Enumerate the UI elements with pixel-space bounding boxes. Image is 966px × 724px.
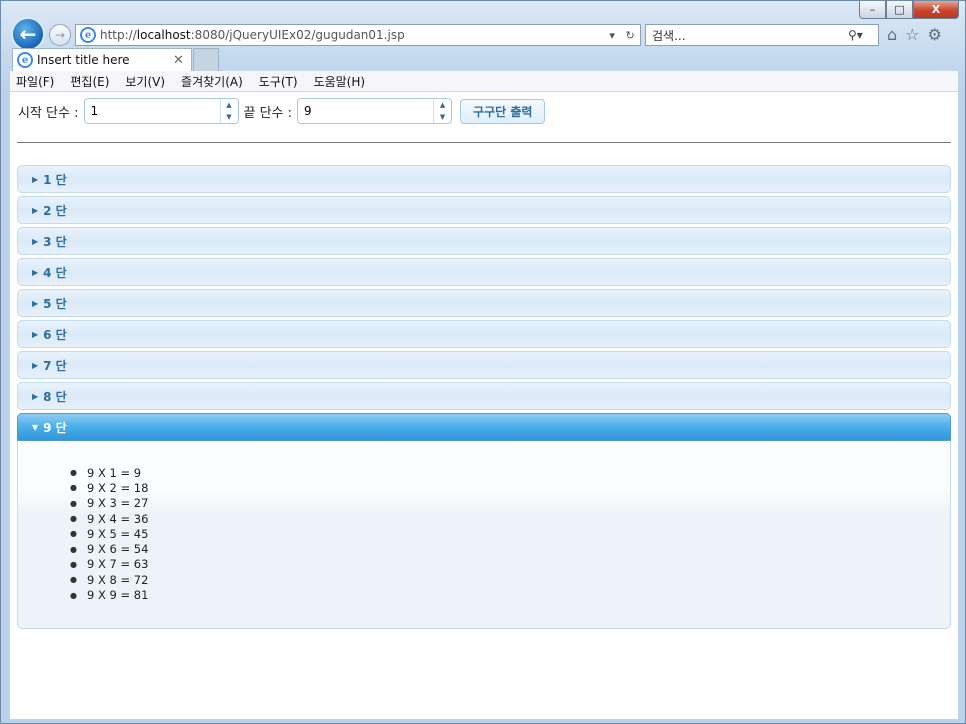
triangle-right-icon: ▶ [32, 236, 39, 246]
menu-tools[interactable]: 도구(T) [259, 73, 298, 90]
list-item: ● 9 X 9 = 81 [70, 588, 149, 603]
end-spin-buttons: ▲ ▼ [433, 99, 451, 123]
search-input[interactable]: 검색... [652, 27, 848, 44]
triangle-right-icon: ▶ [32, 205, 39, 215]
list-item: ● 9 X 6 = 54 [70, 542, 149, 557]
bullet-icon: ● [70, 590, 77, 600]
bullet-icon: ● [70, 529, 77, 539]
tab-title: Insert title here [37, 53, 130, 67]
menu-file[interactable]: 파일(F) [16, 73, 54, 90]
accordion-header-4[interactable]: ▶ 4 단 [17, 258, 951, 286]
end-spinner[interactable]: ▲ ▼ [297, 98, 453, 124]
accordion-header-label: 1 단 [43, 172, 67, 187]
back-button[interactable]: ← [11, 17, 45, 51]
address-bar[interactable]: e http://localhost:8080/jQueryUIEx02/gug… [75, 24, 641, 46]
start-spin-buttons: ▲ ▼ [219, 99, 238, 123]
accordion-header-label: 4 단 [43, 265, 67, 280]
bullet-icon: ● [70, 544, 77, 554]
bullet-icon: ● [70, 559, 77, 569]
bullet-icon: ● [70, 575, 77, 585]
accordion-header-7[interactable]: ▶ 7 단 [17, 351, 951, 379]
tab-close-icon[interactable]: ✕ [173, 53, 191, 68]
accordion-header-label: 7 단 [43, 358, 67, 373]
triangle-right-icon: ▶ [32, 267, 39, 277]
start-input[interactable] [84, 99, 215, 123]
minimize-button[interactable]: – [859, 1, 886, 19]
new-tab-button[interactable] [193, 48, 219, 71]
accordion-header-label: 6 단 [43, 327, 67, 342]
accordion-header-6[interactable]: ▶ 6 단 [17, 320, 951, 348]
address-tools: ▾ ↻ [604, 29, 640, 42]
spin-down-icon[interactable]: ▼ [221, 111, 238, 123]
triangle-right-icon: ▶ [32, 329, 39, 339]
accordion-header-label: 5 단 [43, 296, 67, 311]
bullet-icon: ● [70, 514, 77, 524]
menu-help[interactable]: 도움말(H) [314, 73, 366, 90]
accordion-header-2[interactable]: ▶ 2 단 [17, 196, 951, 224]
favorites-star-icon[interactable]: ☆ [905, 25, 919, 44]
list-item: ● 9 X 1 = 9 [70, 465, 142, 480]
search-icon[interactable]: ⚲▾ [848, 28, 878, 42]
gugudan-accordion: ▶ 1 단 ▶ 2 단 ▶ 3 단 ▶ 4 단 ▶ 5 단 ▶ 6 단 ▶ 7 단 ▶ 8 단 … [17, 165, 951, 629]
list-item: ● 9 X 8 = 72 [70, 572, 149, 587]
browser-window: – □ X ← → e http://localhost:8080/jQuery… [0, 0, 966, 724]
bullet-icon: ● [70, 468, 77, 478]
accordion-header-1[interactable]: ▶ 1 단 [17, 165, 951, 193]
triangle-right-icon: ▶ [32, 174, 39, 184]
ie-page-icon: e [80, 27, 96, 43]
forward-button[interactable]: → [49, 24, 71, 46]
spin-up-icon[interactable]: ▲ [434, 99, 451, 111]
window-controls: – □ X [859, 1, 959, 19]
accordion-header-label: 3 단 [43, 234, 67, 249]
triangle-down-icon: ▼ [32, 422, 39, 432]
accordion-header-label: 8 단 [43, 389, 67, 404]
list-item: ● 9 X 4 = 36 [70, 511, 149, 526]
triangle-right-icon: ▶ [32, 391, 39, 401]
browser-tab[interactable]: e Insert title here ✕ [12, 48, 192, 71]
forward-arrow-icon: → [54, 28, 66, 42]
triangle-right-icon: ▶ [32, 360, 39, 370]
dropdown-icon[interactable]: ▾ [609, 29, 615, 42]
start-label: 시작 단수 : [18, 105, 79, 121]
gear-icon[interactable]: ⚙ [928, 25, 942, 44]
list-item: ● 9 X 5 = 45 [70, 526, 149, 541]
list-item: ● 9 X 7 = 63 [70, 557, 149, 572]
menu-bar: 파일(F) 편집(E) 보기(V) 즐겨찾기(A) 도구(T) 도움말(H) [10, 71, 958, 92]
ie-tab-icon: e [17, 52, 33, 68]
print-gugudan-button[interactable]: 구구단 출력 [460, 98, 546, 124]
triangle-right-icon: ▶ [32, 298, 39, 308]
close-button[interactable]: X [913, 1, 959, 19]
accordion-header-3[interactable]: ▶ 3 단 [17, 227, 951, 255]
refresh-icon[interactable]: ↻ [625, 29, 634, 42]
accordion-header-label: 2 단 [43, 203, 67, 218]
page-content: 시작 단수 : ▲ ▼ 끝 단수 : ▲ ▼ 구구단 출력 ▶1 단 ▶2 [10, 92, 958, 719]
maximize-button[interactable]: □ [886, 1, 913, 19]
accordion-header-9[interactable]: ▼ 9 단 [17, 413, 951, 441]
accordion-header-5[interactable]: ▶ 5 단 [17, 289, 951, 317]
back-arrow-icon: ← [19, 22, 37, 46]
toolbar-icons: ⌂ ☆ ⚙ [887, 25, 942, 44]
home-icon[interactable]: ⌂ [887, 25, 897, 44]
bullet-icon: ● [70, 498, 77, 508]
search-box[interactable]: 검색... ⚲▾ [645, 24, 879, 46]
menu-favorites[interactable]: 즐겨찾기(A) [181, 73, 243, 90]
address-url[interactable]: http://localhost:8080/jQueryUIEx02/gugud… [100, 28, 604, 42]
accordion-header-8[interactable]: ▶ 8 단 [17, 382, 951, 410]
spin-up-icon[interactable]: ▲ [221, 99, 238, 111]
end-input[interactable] [298, 99, 429, 123]
accordion-header-label: 9 단 [43, 420, 67, 435]
bullet-icon: ● [70, 483, 77, 493]
accordion-panel-9: ● 9 X 1 = 9 ● 9 X 2 = 18 ● 9 X 3 = 27 ● 9 X … [17, 441, 951, 629]
spin-down-icon[interactable]: ▼ [434, 111, 451, 123]
list-item: ● 9 X 3 = 27 [70, 496, 149, 511]
list-item: ● 9 X 2 = 18 [70, 480, 149, 495]
start-spinner[interactable]: ▲ ▼ [83, 98, 239, 124]
gugudan-list: ● 9 X 1 = 9 ● 9 X 2 = 18 ● 9 X 3 = 27 ● 9 X … [70, 465, 950, 603]
gugudan-form: 시작 단수 : ▲ ▼ 끝 단수 : ▲ ▼ 구구단 출력 [18, 98, 546, 124]
end-label: 끝 단수 : [243, 105, 293, 121]
menu-edit[interactable]: 편집(E) [70, 73, 109, 90]
divider [17, 142, 951, 143]
menu-view[interactable]: 보기(V) [125, 73, 165, 90]
